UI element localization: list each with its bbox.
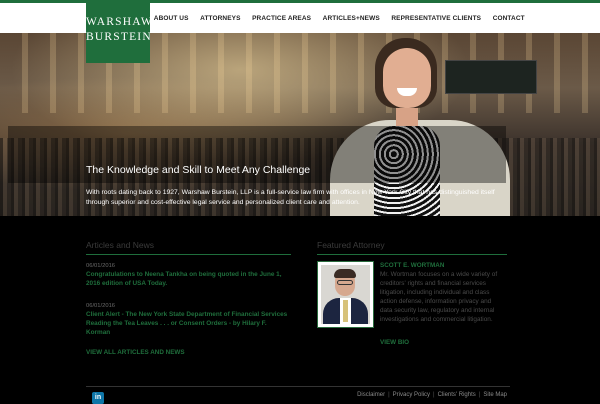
nav-contact[interactable]: CONTACT bbox=[493, 15, 525, 22]
footer-divider bbox=[86, 386, 510, 387]
face bbox=[383, 48, 431, 108]
tie bbox=[343, 300, 348, 322]
footer-link-privacy-policy[interactable]: Privacy Policy bbox=[393, 392, 430, 398]
footer-link-clients-rights[interactable]: Clients' Rights bbox=[438, 392, 476, 398]
nav-representative-clients[interactable]: REPRESENTATIVE CLIENTS bbox=[391, 15, 481, 22]
news-item-link[interactable]: Client Alert - The New York State Depart… bbox=[86, 310, 291, 338]
linkedin-icon[interactable]: in bbox=[92, 392, 104, 404]
news-item-link[interactable]: Congratulations to Neena Tankha on being… bbox=[86, 270, 291, 288]
hero-title: The Knowledge and Skill to Meet Any Chal… bbox=[86, 164, 311, 176]
footer-links: Disclaimer | Privacy Policy | Clients' Right… bbox=[357, 392, 507, 398]
news-divider bbox=[86, 254, 291, 255]
featured-divider bbox=[317, 254, 507, 255]
news-date: 06/01/2016 bbox=[86, 263, 116, 269]
hero-description: With roots dating back to 1927, Warshaw … bbox=[86, 189, 495, 206]
attorney-bio: Mr. Wortman focuses on a wide variety of… bbox=[380, 271, 498, 324]
nav-articles-news[interactable]: ARTICLES+NEWS bbox=[323, 15, 380, 22]
hair bbox=[334, 269, 356, 278]
news-section-title: Articles and News bbox=[86, 240, 155, 250]
attorney-photo[interactable] bbox=[317, 261, 374, 328]
footer-link-disclaimer[interactable]: Disclaimer bbox=[357, 392, 385, 398]
news-date: 06/01/2016 bbox=[86, 303, 116, 309]
main-menu: ABOUT US ATTORNEYS PRACTICE AREAS ARTICL… bbox=[148, 3, 530, 33]
view-bio-link[interactable]: VIEW BIO bbox=[380, 339, 409, 346]
featured-section-title: Featured Attorney bbox=[317, 240, 385, 250]
glasses bbox=[337, 280, 353, 285]
view-all-news-link[interactable]: VIEW ALL ARTICLES AND NEWS bbox=[86, 349, 185, 356]
nav-attorneys[interactable]: ATTORNEYS bbox=[200, 15, 240, 22]
logo-line-1: WARSHAW bbox=[86, 16, 153, 28]
attorney-portrait bbox=[321, 265, 370, 324]
nav-practice-areas[interactable]: PRACTICE AREAS bbox=[252, 15, 311, 22]
attorney-name-link[interactable]: SCOTT E. WORTMAN bbox=[380, 262, 444, 269]
logo-line-2: BURSTEIN bbox=[86, 31, 152, 43]
nav-about-us[interactable]: ABOUT US bbox=[154, 15, 189, 22]
footer-link-site-map[interactable]: Site Map bbox=[483, 392, 507, 398]
firm-logo[interactable]: WARSHAW BURSTEIN bbox=[86, 0, 153, 63]
